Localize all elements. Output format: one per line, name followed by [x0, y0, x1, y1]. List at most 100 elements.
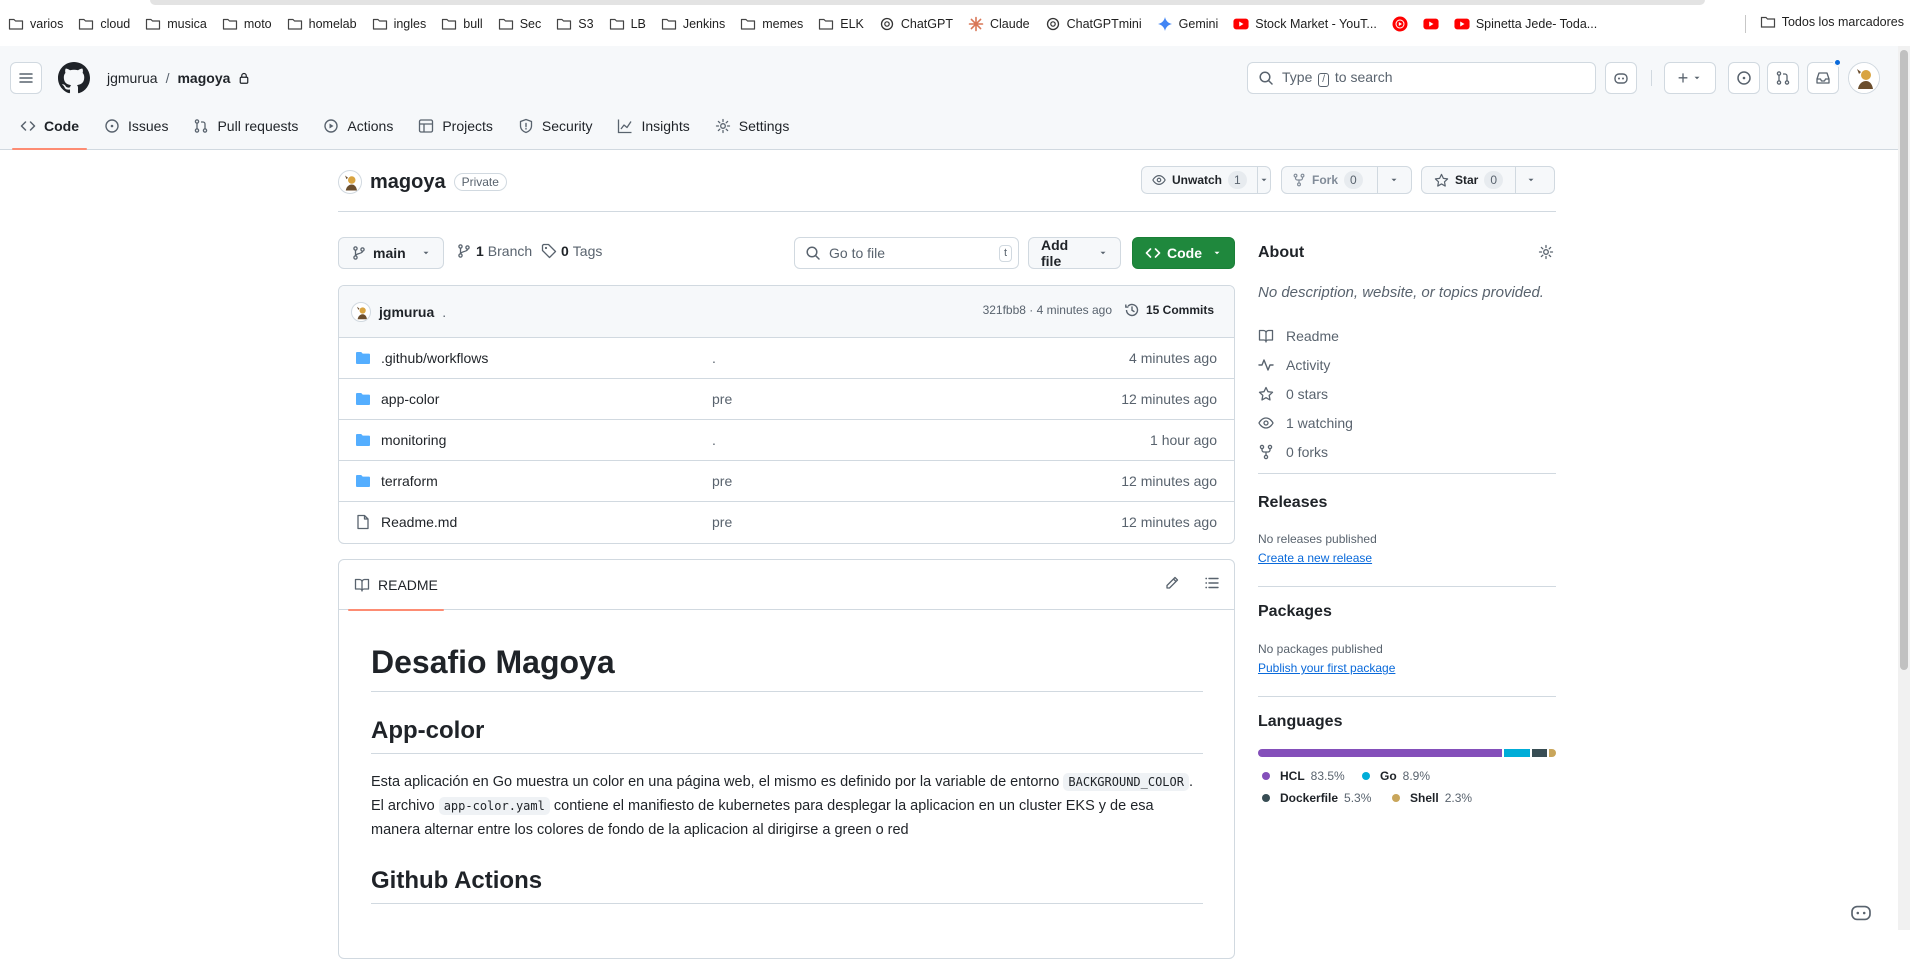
file-commit-message[interactable]: pre: [712, 391, 732, 407]
readme-tab[interactable]: README: [348, 560, 444, 611]
tab-pull-requests[interactable]: Pull requests: [185, 110, 306, 142]
repo-name[interactable]: magoya: [370, 171, 446, 194]
bookmark-label: Gemini: [1178, 17, 1219, 31]
gear-icon[interactable]: [1538, 244, 1554, 260]
add-file-button[interactable]: Add file: [1028, 237, 1121, 269]
file-name-link[interactable]: terraform: [381, 473, 438, 489]
pencil-icon[interactable]: [1164, 575, 1180, 591]
bookmark-item[interactable]: bull: [441, 16, 483, 32]
language-legend-item[interactable]: Dockerfile 5.3%: [1262, 791, 1371, 805]
commit-author[interactable]: jgmurua: [379, 304, 434, 320]
about-item[interactable]: 0 forks: [1258, 437, 1353, 466]
bookmark-item[interactable]: Spinetta Jede- Toda...: [1454, 16, 1597, 32]
branch-selector[interactable]: main: [338, 237, 444, 269]
bookmark-item[interactable]: musica: [145, 16, 207, 32]
about-item[interactable]: Activity: [1258, 350, 1353, 379]
bookmark-item[interactable]: Jenkins: [661, 16, 725, 32]
file-commit-message[interactable]: .: [712, 350, 716, 366]
publish-package-link[interactable]: Publish your first package: [1258, 661, 1395, 675]
tab-insights[interactable]: Insights: [609, 110, 697, 142]
commit-author-avatar[interactable]: [351, 301, 371, 322]
global-search-input[interactable]: Type / to search: [1247, 62, 1596, 94]
create-new-button[interactable]: +: [1664, 62, 1716, 94]
bookmark-item[interactable]: ELK: [818, 16, 864, 32]
bookmark-item[interactable]: Gemini: [1157, 16, 1219, 32]
github-logo-icon[interactable]: [58, 62, 90, 94]
bookmark-item[interactable]: ChatGPT: [879, 16, 953, 32]
bookmark-item[interactable]: moto: [222, 16, 272, 32]
unwatch-button[interactable]: Unwatch 1: [1142, 167, 1258, 193]
commit-hash-time[interactable]: 321fbb8 · 4 minutes ago: [983, 303, 1112, 317]
tab-projects[interactable]: Projects: [410, 110, 501, 142]
file-name-link[interactable]: Readme.md: [381, 514, 457, 530]
star-button[interactable]: Star 0: [1422, 167, 1517, 193]
tab-issues[interactable]: Issues: [96, 110, 176, 142]
file-row[interactable]: app-color pre 12 minutes ago: [339, 379, 1234, 420]
language-legend-item[interactable]: Go 8.9%: [1362, 769, 1430, 783]
about-item[interactable]: 0 stars: [1258, 379, 1353, 408]
bookmark-item[interactable]: [1392, 16, 1408, 32]
fork-button[interactable]: Fork 0: [1282, 167, 1378, 193]
all-bookmarks-button[interactable]: Todos los marcadores: [1760, 14, 1904, 30]
star-dropdown[interactable]: [1516, 167, 1546, 193]
breadcrumb-owner-link[interactable]: jgmurua: [107, 70, 158, 86]
bookmark-item[interactable]: memes: [740, 16, 803, 32]
copilot-chat-button[interactable]: [1850, 904, 1880, 930]
pull-requests-button[interactable]: [1767, 62, 1799, 94]
watch-dropdown[interactable]: [1258, 167, 1270, 193]
about-item[interactable]: 1 watching: [1258, 408, 1353, 437]
file-name-link[interactable]: monitoring: [381, 432, 446, 448]
fork-dropdown[interactable]: [1378, 167, 1411, 193]
tab-settings[interactable]: Settings: [707, 110, 798, 142]
breadcrumb-repo-link[interactable]: magoya: [177, 70, 230, 86]
bookmark-item[interactable]: LB: [609, 16, 646, 32]
issues-button[interactable]: [1728, 62, 1760, 94]
packages-title[interactable]: Packages: [1258, 603, 1332, 621]
file-commit-message[interactable]: pre: [712, 514, 732, 530]
bookmark-item[interactable]: varios: [8, 16, 63, 32]
commits-history-link[interactable]: 15 Commits: [1124, 302, 1214, 318]
bookmark-label: memes: [762, 17, 804, 31]
create-release-link[interactable]: Create a new release: [1258, 551, 1372, 565]
releases-title[interactable]: Releases: [1258, 494, 1327, 512]
branches-link[interactable]: 1 Branch: [456, 243, 532, 259]
tab-actions[interactable]: Actions: [315, 110, 401, 142]
tab-code[interactable]: Code: [12, 110, 87, 150]
scrollbar-thumb[interactable]: [1900, 50, 1908, 670]
menu-button[interactable]: [10, 62, 42, 94]
bookmark-item[interactable]: [1423, 16, 1439, 32]
user-avatar[interactable]: [1848, 62, 1880, 94]
file-row[interactable]: Readme.md pre 12 minutes ago: [339, 502, 1234, 543]
notifications-button[interactable]: [1807, 62, 1839, 94]
language-legend-item[interactable]: Shell 2.3%: [1392, 791, 1472, 805]
about-item-label: 0 forks: [1286, 443, 1329, 460]
language-legend-item[interactable]: HCL 83.5%: [1262, 769, 1345, 783]
file-row[interactable]: .github/workflows. 4 minutes ago: [339, 338, 1234, 379]
tab-security[interactable]: Security: [510, 110, 601, 142]
bookmark-item[interactable]: Sec: [498, 16, 541, 32]
bookmark-item[interactable]: cloud: [78, 16, 130, 32]
file-commit-message[interactable]: pre: [712, 473, 732, 489]
file-commit-message[interactable]: .: [712, 432, 716, 448]
bookmark-item[interactable]: S3: [556, 16, 594, 32]
about-item[interactable]: Readme: [1258, 321, 1353, 350]
commit-message[interactable]: .: [442, 304, 446, 320]
file-row[interactable]: terraform pre 12 minutes ago: [339, 461, 1234, 502]
file-name-link[interactable]: .github/workflows: [381, 350, 488, 366]
outline-list-icon[interactable]: [1204, 575, 1220, 591]
repo-owner-avatar[interactable]: [338, 170, 362, 194]
bookmark-item[interactable]: ChatGPTmini: [1045, 16, 1142, 32]
bookmark-item[interactable]: ingles: [372, 16, 426, 32]
bookmark-item[interactable]: homelab: [287, 16, 357, 32]
language-color-dot: [1262, 794, 1270, 802]
play-icon: [323, 118, 339, 134]
bookmark-item[interactable]: Stock Market - YouT...: [1233, 16, 1377, 32]
code-button[interactable]: Code: [1132, 237, 1235, 269]
file-row[interactable]: monitoring. 1 hour ago: [339, 420, 1234, 461]
file-name-link[interactable]: app-color: [381, 391, 439, 407]
bookmark-item[interactable]: Claude: [968, 16, 1030, 32]
go-to-file-input[interactable]: Go to file t: [794, 237, 1019, 269]
fork-counter: 0: [1344, 171, 1363, 189]
copilot-button[interactable]: [1605, 62, 1637, 94]
tags-link[interactable]: 0 Tags: [541, 243, 602, 259]
